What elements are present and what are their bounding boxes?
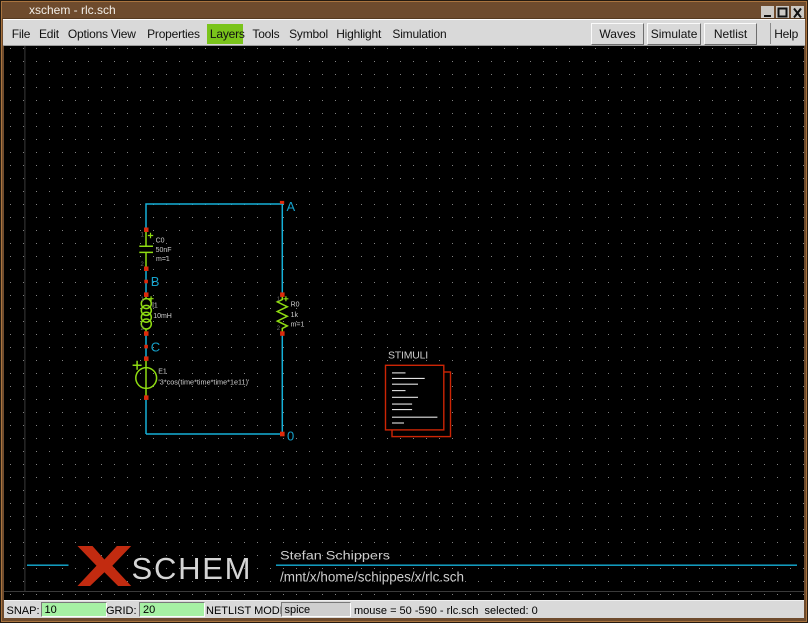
svg-text:2: 2 — [141, 262, 145, 268]
svg-text:B: B — [151, 274, 160, 289]
svg-text:R0: R0 — [291, 301, 300, 308]
svg-text:SCHEM: SCHEM — [132, 551, 251, 586]
svg-text:2: 2 — [277, 326, 281, 332]
svg-text:/mnt/x/home/schippes/x/rlc.sch: /mnt/x/home/schippes/x/rlc.sch — [280, 570, 464, 585]
svg-text:E1: E1 — [158, 368, 167, 375]
svg-text:STIMULI: STIMULI — [388, 349, 428, 361]
svg-text:1: 1 — [141, 233, 145, 239]
svg-text:50nF: 50nF — [156, 247, 172, 254]
svg-text:C: C — [151, 340, 160, 355]
svg-text:A: A — [287, 199, 296, 214]
svg-text:m=1: m=1 — [156, 256, 170, 263]
svg-text:Stefan Schippers: Stefan Schippers — [280, 550, 390, 562]
svg-text:'3*cos(time*time*time*1e11)': '3*cos(time*time*time*1e11)' — [158, 379, 249, 386]
svg-text:1k: 1k — [291, 312, 299, 319]
svg-text:10mH: 10mH — [153, 313, 172, 320]
svg-text:C0: C0 — [156, 238, 165, 245]
svg-text:0: 0 — [287, 429, 294, 444]
svg-text:l1: l1 — [152, 303, 158, 310]
svg-text:m=1: m=1 — [291, 321, 305, 328]
